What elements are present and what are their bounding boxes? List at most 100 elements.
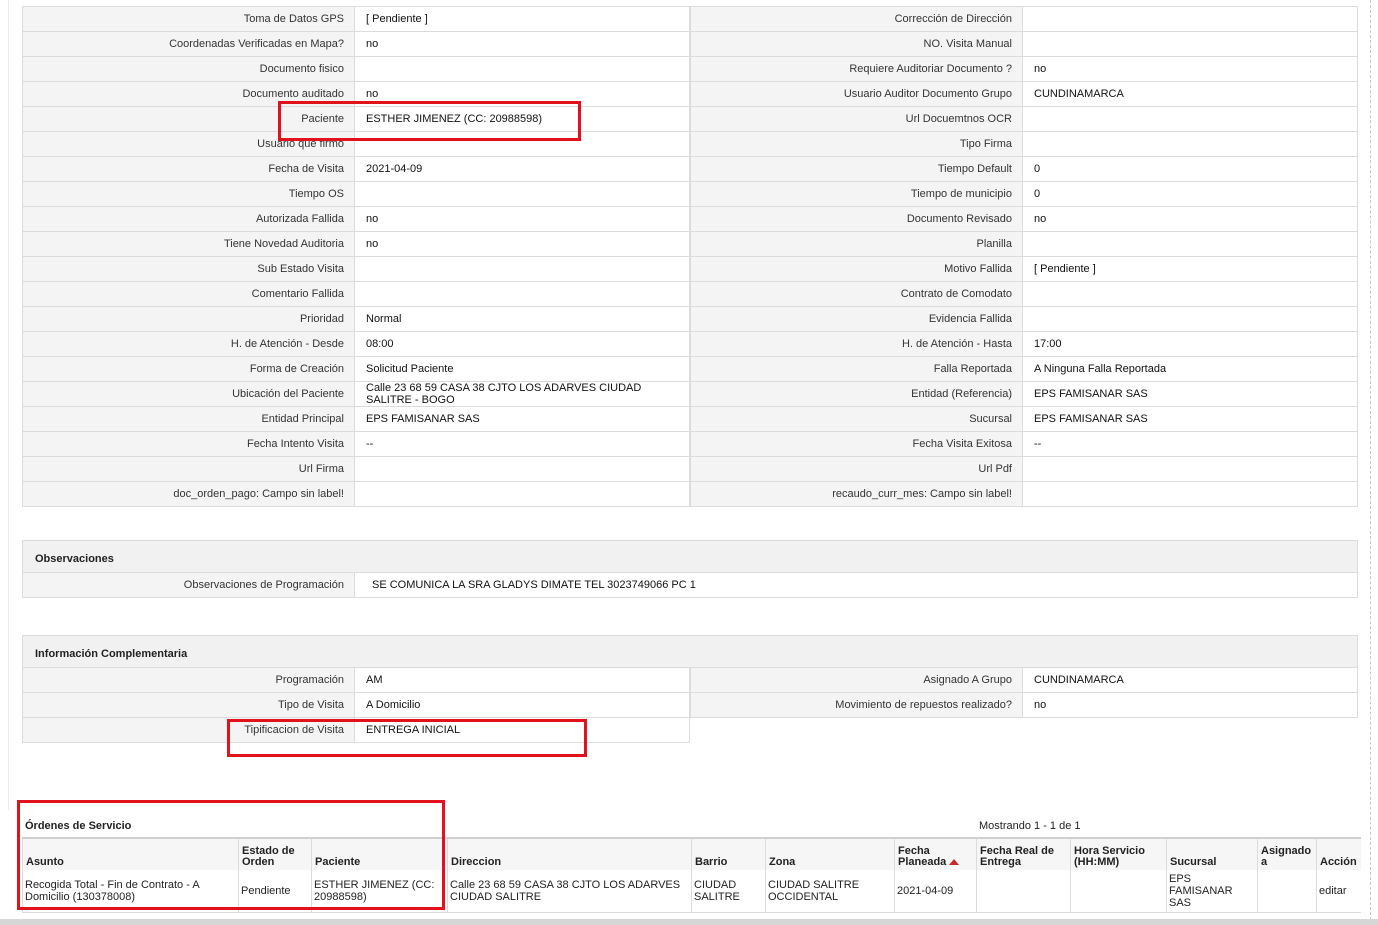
field-value (1023, 32, 1358, 56)
column-header-label: Barrio (695, 856, 728, 868)
table-cell: editar (1316, 870, 1361, 913)
detail-row: Paciente ESTHER JIMENEZ (CC: 20988598) Url… (22, 107, 1358, 132)
field-value: no (355, 207, 690, 231)
column-header-label: Acción (1320, 856, 1357, 868)
field-value (1023, 482, 1358, 506)
column-header[interactable]: Zona (765, 837, 895, 870)
field-label: Tiempo de municipio (690, 182, 1023, 206)
field-value: 0 (1023, 157, 1358, 181)
detail-row: doc_orden_pago: Campo sin label! recaudo_… (22, 482, 1358, 507)
table-cell: CIUDAD SALITRE OCCIDENTAL (765, 870, 895, 913)
column-header[interactable]: Hora Servicio (HH:MM) (1070, 837, 1167, 870)
detail-row: Entidad Principal EPS FAMISANAR SAS Sucurs… (22, 407, 1358, 432)
column-header[interactable]: Paciente (311, 837, 448, 870)
field-label: Usuario que firmo (22, 132, 355, 156)
field-label: Fecha de Visita (22, 157, 355, 181)
field-value: no (1023, 207, 1358, 231)
table-cell: CIUDAD SALITRE (691, 870, 766, 913)
field-value (1023, 307, 1358, 331)
column-header[interactable]: Acción (1316, 837, 1361, 870)
observaciones-row: Observaciones de Programación SE COMUNIC… (22, 573, 1358, 598)
field-label: NO. Visita Manual (690, 32, 1023, 56)
column-header-label: Sucursal (1170, 856, 1217, 868)
field-value: CUNDINAMARCA (1023, 668, 1358, 692)
field-value (1023, 232, 1358, 256)
field-label: Url Pdf (690, 457, 1023, 481)
sort-ascending-icon[interactable] (949, 859, 960, 866)
field-value: 08:00 (355, 332, 690, 356)
detail-row: Coordenadas Verificadas en Mapa? no NO. Vi… (22, 32, 1358, 57)
detail-row: Url Firma Url Pdf (22, 457, 1358, 482)
detail-row: Usuario que firmo Tipo Firma (22, 132, 1358, 157)
column-header-label: Fecha Planeada (898, 845, 947, 868)
column-header[interactable]: Fecha Real de Entrega (976, 837, 1071, 870)
page-right-border (1370, 0, 1371, 925)
field-value: ENTREGA INICIAL (355, 718, 690, 742)
column-header[interactable]: Direccion (447, 837, 692, 870)
field-value: no (355, 32, 690, 56)
detail-row: Documento fisico Requiere Auditoriar Docu… (22, 57, 1358, 82)
field-label: Asignado A Grupo (690, 668, 1023, 692)
field-label: Toma de Datos GPS (22, 7, 355, 31)
field-label: Tiempo Default (690, 157, 1023, 181)
section-title: Información Complementaria (22, 635, 1358, 667)
field-label: Observaciones de Programación (22, 573, 355, 597)
field-value (355, 57, 690, 81)
field-label: Corrección de Dirección (690, 7, 1023, 31)
column-header[interactable]: Estado de Orden (238, 837, 312, 870)
detail-row: Sub Estado Visita Motivo Fallida[ Pendien… (22, 257, 1358, 282)
column-header[interactable]: Sucursal (1166, 837, 1258, 870)
detail-row: Comentario Fallida Contrato de Comodato (22, 282, 1358, 307)
detail-row: Ubicación del Paciente Calle 23 68 59 CAS… (22, 382, 1358, 407)
column-header[interactable]: Asunto (22, 837, 239, 870)
table-row[interactable]: Recogida Total - Fin de Contrato - A Dom… (22, 870, 1361, 913)
detail-row: Tipo de Visita A Domicilio Movimiento de r… (22, 693, 1358, 718)
field-label: Fecha Visita Exitosa (690, 432, 1023, 456)
column-header-label: Asunto (26, 856, 64, 868)
detail-row: Forma de Creación Solicitud Paciente Falla… (22, 357, 1358, 382)
field-label: Coordenadas Verificadas en Mapa? (22, 32, 355, 56)
field-label: Tipificacion de Visita (22, 718, 355, 742)
detail-row: Toma de Datos GPS[ Pendiente ] Corrección… (22, 7, 1358, 32)
field-value (355, 482, 690, 506)
field-value: EPS FAMISANAR SAS (1023, 407, 1358, 431)
field-label: doc_orden_pago: Campo sin label! (22, 482, 355, 506)
field-value: Solicitud Paciente (355, 357, 690, 381)
field-value (355, 132, 690, 156)
field-value: Calle 23 68 59 CASA 38 CJTO LOS ADARVES … (355, 382, 690, 406)
table-cell: 2021-04-09 (894, 870, 977, 913)
horizontal-scrollbar[interactable] (0, 919, 1378, 925)
complementaria-section: Información Complementaria Programación A… (22, 635, 1358, 743)
detail-row: Tipificacion de Visita ENTREGA INICIAL (22, 718, 690, 743)
column-header[interactable]: Barrio (691, 837, 766, 870)
field-value: 2021-04-09 (355, 157, 690, 181)
detail-row: Prioridad Normal Evidencia Fallida (22, 307, 1358, 332)
field-label: Sub Estado Visita (22, 257, 355, 281)
table-cell (1070, 870, 1167, 913)
detail-row: Tiene Novedad Auditoria no Planilla (22, 232, 1358, 257)
table-cell: Pendiente (238, 870, 312, 913)
observaciones-section: Observaciones Observaciones de Programac… (22, 540, 1358, 598)
column-header-label: Asignado a (1261, 845, 1312, 868)
field-label: Sucursal (690, 407, 1023, 431)
field-value: -- (355, 432, 690, 456)
column-header[interactable]: Asignado a (1257, 837, 1317, 870)
page-left-edge (8, 0, 9, 810)
field-value: [ Pendiente ] (355, 7, 690, 31)
field-label: Entidad (Referencia) (690, 382, 1023, 406)
table-cell: EPS FAMISANAR SAS (1166, 870, 1258, 913)
field-label: Tiene Novedad Auditoria (22, 232, 355, 256)
table-cell (1257, 870, 1317, 913)
field-value (1023, 132, 1358, 156)
column-header[interactable]: Fecha Planeada (894, 837, 977, 870)
column-header-label: Paciente (315, 856, 361, 868)
field-label: Autorizada Fallida (22, 207, 355, 231)
table-cell: Recogida Total - Fin de Contrato - A Dom… (22, 870, 239, 913)
orders-title: Órdenes de Servicio (25, 820, 132, 832)
field-label: Documento Revisado (690, 207, 1023, 231)
field-label: Documento fisico (22, 57, 355, 81)
field-label: Programación (22, 668, 355, 692)
field-value (355, 257, 690, 281)
field-value: AM (355, 668, 690, 692)
edit-link[interactable]: editar (1319, 885, 1347, 897)
